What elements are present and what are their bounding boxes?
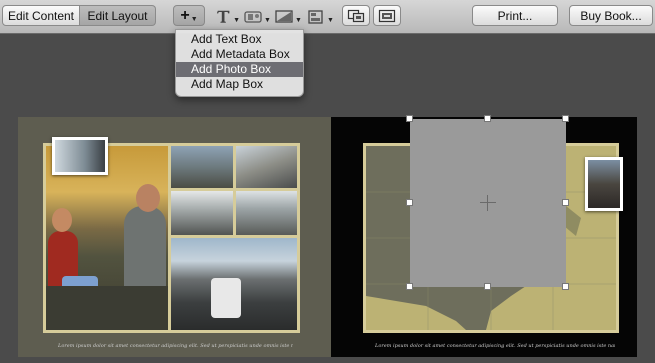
photo-overlay-right-frame[interactable] (585, 157, 623, 211)
page-layout-icon (347, 9, 365, 22)
right-page-caption[interactable]: Lorem ipsum dolor sit amet consectetur a… (375, 343, 615, 349)
photo-detail (52, 208, 72, 232)
photo-grid-1[interactable] (171, 146, 233, 188)
text-icon (216, 10, 230, 23)
add-box-button[interactable]: + ▼ (173, 5, 205, 26)
resize-handle-bottom[interactable] (484, 283, 491, 290)
photo-overlay-frame[interactable] (52, 137, 108, 175)
metadata-icon (244, 11, 262, 23)
metadata-button[interactable]: ▼ (243, 6, 271, 27)
resize-handle-bottom-left[interactable] (406, 283, 413, 290)
resize-handle-right[interactable] (562, 199, 569, 206)
photo-detail (124, 206, 166, 290)
edit-content-button[interactable]: Edit Content (2, 5, 80, 26)
resize-handle-top-right[interactable] (562, 115, 569, 122)
menu-item-add-metadata-box[interactable]: Add Metadata Box (176, 47, 303, 62)
photo-detail (211, 278, 241, 318)
menu-item-add-text-box[interactable]: Add Text Box (176, 32, 303, 47)
edit-layout-button[interactable]: Edit Layout (80, 5, 156, 26)
add-icon: + (180, 6, 190, 24)
resize-handle-left[interactable] (406, 199, 413, 206)
photo-overlay (55, 140, 105, 172)
photo-overlay-right (588, 160, 620, 208)
chevron-down-icon: ▼ (327, 17, 334, 24)
layout-button[interactable]: ▼ (306, 6, 334, 27)
photo-detail (46, 286, 168, 330)
text-style-button[interactable]: ▼ (216, 6, 240, 27)
resize-handle-bottom-right[interactable] (562, 283, 569, 290)
buy-book-button[interactable]: Buy Book... (569, 5, 653, 26)
spread-layout-icon (378, 9, 396, 22)
photo-grid-4[interactable] (236, 191, 297, 235)
chevron-down-icon: ▼ (264, 17, 271, 24)
photo-grid-3[interactable] (171, 191, 233, 235)
background-icon (275, 10, 293, 23)
chevron-down-icon: ▼ (233, 17, 240, 24)
photo-grid-2[interactable] (236, 146, 297, 188)
chevron-down-icon: ▼ (295, 17, 302, 24)
menu-item-add-map-box[interactable]: Add Map Box (176, 77, 303, 92)
photo-detail (136, 184, 160, 212)
spread-layout-button[interactable] (373, 5, 401, 26)
right-page[interactable]: Lorem ipsum dolor sit amet consectetur a… (331, 115, 637, 357)
background-button[interactable]: ▼ (274, 6, 302, 27)
chevron-down-icon: ▼ (190, 16, 198, 23)
resize-handle-top[interactable] (484, 115, 491, 122)
layout-icon (308, 9, 323, 24)
photo-grid-5[interactable] (171, 238, 297, 330)
menu-item-add-photo-box[interactable]: Add Photo Box (176, 62, 303, 77)
add-box-menu: Add Text Box Add Metadata Box Add Photo … (175, 29, 304, 97)
empty-photo-box[interactable] (410, 119, 566, 287)
left-page-caption[interactable]: Lorem ipsum dolor sit amet consectetur a… (58, 343, 293, 349)
left-page[interactable]: Lorem ipsum dolor sit amet consectetur a… (18, 117, 331, 357)
toolbar: Edit Content Edit Layout + ▼ ▼ ▼ ▼ ▼ Pri… (0, 0, 655, 34)
crosshair-icon (480, 195, 496, 211)
page-layout-button[interactable] (342, 5, 370, 26)
print-button[interactable]: Print... (472, 5, 558, 26)
resize-handle-top-left[interactable] (406, 115, 413, 122)
